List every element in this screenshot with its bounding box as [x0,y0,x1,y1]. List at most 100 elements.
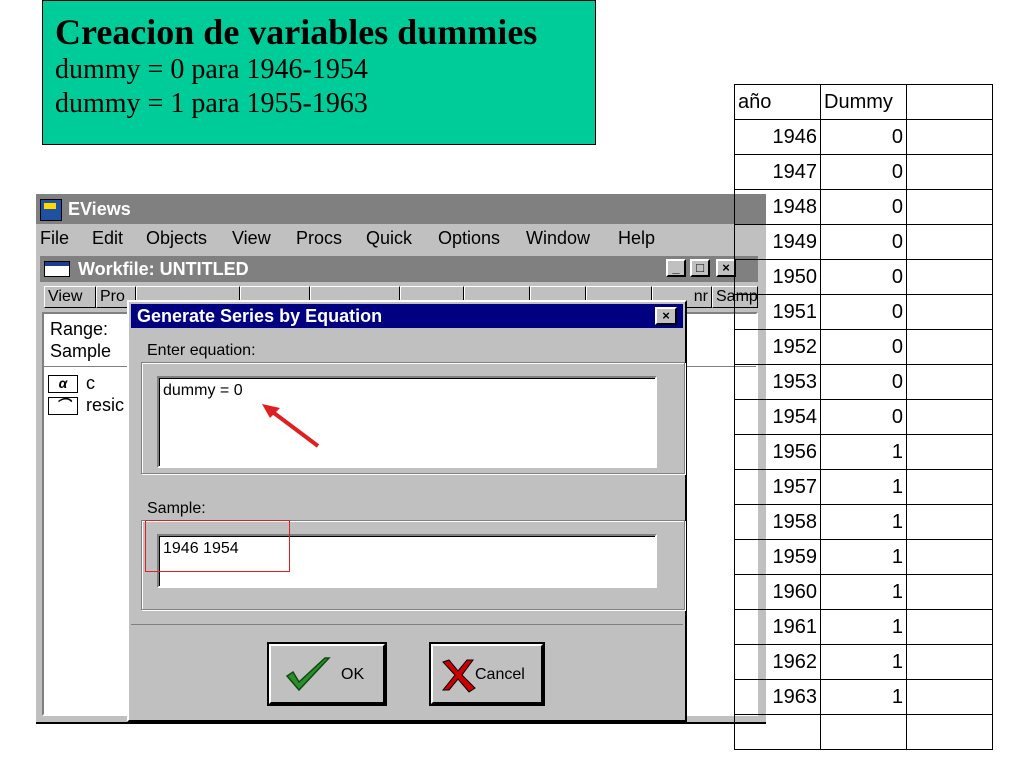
coef-icon: α [48,375,78,394]
dummy-cell: 1 [820,469,907,505]
year-cell: 1961 [734,609,821,645]
eviews-titlebar[interactable]: EViews [36,194,766,224]
ok-button[interactable]: OK [267,642,387,706]
empty-cell [906,609,993,645]
table-row: 1962 1 [734,644,993,680]
cancel-button[interactable]: Cancel [429,642,545,706]
menu-objects[interactable]: Objects [146,224,207,252]
empty-cell [906,539,993,575]
dummy-cell: 1 [820,609,907,645]
dummy-cell: 0 [820,189,907,225]
empty-cell [906,329,993,365]
year-cell: 1950 [734,259,821,295]
check-icon [285,657,331,692]
table-row [734,714,993,750]
year-cell: 1957 [734,469,821,505]
sample-input-label: Sample: [147,500,206,517]
dummy-table: año Dummy 1946 0 1947 0 1948 0 1949 0 1950 0 … [734,84,993,750]
year-cell: 1960 [734,574,821,610]
empty-cell [906,574,993,610]
empty-cell [906,189,993,225]
table-row: 1951 0 [734,294,993,330]
dummy-cell: 1 [820,539,907,575]
dummy-cell: 0 [820,294,907,330]
table-row: 1946 0 [734,119,993,155]
dummy-cell: 0 [820,154,907,190]
maximize-button[interactable]: □ [690,259,710,277]
table-row: 1947 0 [734,154,993,190]
generate-series-dialog: Generate Series by Equation × Enter equa… [127,300,687,722]
menu-options[interactable]: Options [438,224,500,252]
table-row: 1961 1 [734,609,993,645]
year-cell: 1949 [734,224,821,260]
minimize-button[interactable]: _ [666,259,686,277]
eviews-title: EViews [68,199,131,219]
empty-cell [906,434,993,470]
dialog-titlebar[interactable]: Generate Series by Equation × [131,304,683,328]
dummy-cell: 1 [820,679,907,715]
dummy-cell: 0 [820,329,907,365]
year-cell: 1956 [734,434,821,470]
empty-cell [906,294,993,330]
empty-cell [906,504,993,540]
empty-cell [906,679,993,715]
sample-highlight-box [145,520,290,572]
table-row: 1950 0 [734,259,993,295]
sample-label: Sample [50,341,112,361]
empty-cell [906,119,993,155]
year-cell: 1953 [734,364,821,400]
table-row: 1956 1 [734,434,993,470]
empty-cell [906,399,993,435]
empty-cell [906,714,993,750]
dialog-close-icon[interactable]: × [655,307,677,325]
close-button[interactable]: × [716,259,736,277]
dummy-cell: 0 [820,119,907,155]
slide-title-box: Creacion de variables dummies dummy = 0 … [42,0,596,145]
empty-cell [906,154,993,190]
year-cell [734,714,821,750]
workfile-range-info: Range: Sample [50,318,111,362]
dummy-cell: 0 [820,259,907,295]
dummy-cell: 0 [820,364,907,400]
dialog-button-divider [131,624,683,625]
object-item[interactable]: ⌒ resic [48,394,124,416]
menu-window[interactable]: Window [526,224,590,252]
year-cell: 1951 [734,294,821,330]
year-cell: 1952 [734,329,821,365]
object-item[interactable]: αc [48,372,95,394]
header-empty [906,84,993,120]
equation-label: Enter equation: [147,342,256,359]
workfile-titlebar[interactable]: Workfile: UNTITLED _ □ × [40,256,758,282]
table-row: 1948 0 [734,189,993,225]
dummy-cell: 1 [820,434,907,470]
slide-heading: Creacion de variables dummies [55,12,538,52]
object-name: resic [86,395,125,415]
series-icon: ⌒ [48,397,78,416]
header-ano: año [734,84,821,120]
year-cell: 1959 [734,539,821,575]
equation-input[interactable]: dummy = 0 [157,376,657,468]
menu-quick[interactable]: Quick [366,224,412,252]
menu-view[interactable]: View [232,224,271,252]
workfile-icon [44,261,70,277]
eviews-app-icon [40,199,62,221]
menu-bar: File Edit Objects View Procs Quick Optio… [36,224,766,252]
year-cell: 1947 [734,154,821,190]
table-row: 1958 1 [734,504,993,540]
table-row: 1954 0 [734,399,993,435]
slide-line-2: dummy = 1 para 1955-1963 [55,88,368,119]
ok-label: OK [341,666,365,683]
menu-procs[interactable]: Procs [296,224,342,252]
table-row: 1963 1 [734,679,993,715]
menu-file[interactable]: File [40,224,69,252]
dummy-cell: 0 [820,224,907,260]
menu-edit[interactable]: Edit [92,224,123,252]
cancel-label: Cancel [475,666,525,683]
empty-cell [906,259,993,295]
header-dummy: Dummy [820,84,907,120]
menu-help[interactable]: Help [618,224,655,252]
table-row: 1953 0 [734,364,993,400]
toolbar-view-button[interactable]: View [44,286,96,308]
year-cell: 1948 [734,189,821,225]
table-row: 1949 0 [734,224,993,260]
